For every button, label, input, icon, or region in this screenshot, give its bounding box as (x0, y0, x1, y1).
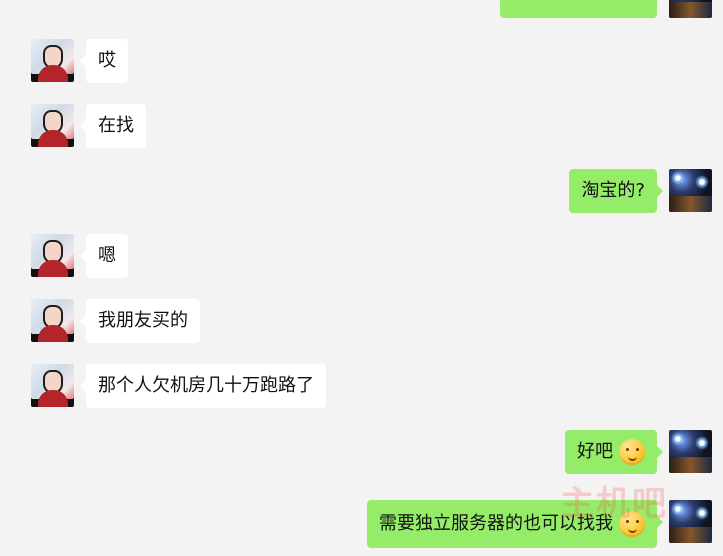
firework-sparkle (695, 436, 709, 450)
my-avatar[interactable] (669, 430, 712, 473)
avatar-glow (669, 457, 712, 473)
site-watermark: 主机吧 (560, 485, 668, 523)
message-bubble-incoming[interactable]: 哎 (80, 39, 128, 83)
message-bubble-incoming[interactable]: 在找 (80, 104, 146, 148)
firework-sparkle (671, 432, 685, 446)
message-text: 淘宝的? (581, 180, 645, 201)
avatar-glow (669, 196, 712, 212)
message-bubble-outgoing[interactable]: 好吧 (565, 430, 663, 474)
contact-avatar[interactable] (31, 234, 74, 277)
message-bubble-incoming[interactable]: 那个人欠机房几十万跑路了 (80, 364, 326, 408)
avatar-robe (38, 130, 68, 147)
message-text: 在找 (98, 115, 134, 136)
contact-avatar[interactable] (31, 104, 74, 147)
avatar-robe (38, 325, 68, 342)
avatar-robe (38, 390, 68, 407)
message-bubble-incoming[interactable]: 嗯 (80, 234, 128, 278)
contact-avatar[interactable] (31, 364, 74, 407)
message-bubble-incoming[interactable]: 我朋友买的 (80, 299, 200, 343)
firework-sparkle (671, 171, 685, 185)
chat-history: 哎 在找 淘宝的? 嗯 我朋友买的 那个人欠机房几十万跑路了 好吧 需要独立服务… (0, 0, 723, 556)
message-text: 那个人欠机房几十万跑路了 (98, 375, 314, 396)
contact-avatar[interactable] (31, 39, 74, 82)
my-avatar[interactable] (669, 169, 712, 212)
message-text: 哎 (98, 50, 116, 71)
message-bubble-outgoing[interactable]: 淘宝的? (569, 169, 663, 213)
contact-avatar[interactable] (31, 299, 74, 342)
worried-face-emoji (619, 439, 645, 465)
avatar-robe (38, 260, 68, 277)
my-avatar[interactable] (669, 0, 712, 18)
message-text: 嗯 (98, 245, 116, 266)
message-text: 好吧 (577, 441, 613, 462)
avatar-robe (38, 65, 68, 82)
avatar-glow (669, 2, 712, 18)
message-bubble-outgoing[interactable] (500, 0, 657, 18)
firework-sparkle (695, 175, 709, 189)
message-text: 我朋友买的 (98, 310, 188, 331)
